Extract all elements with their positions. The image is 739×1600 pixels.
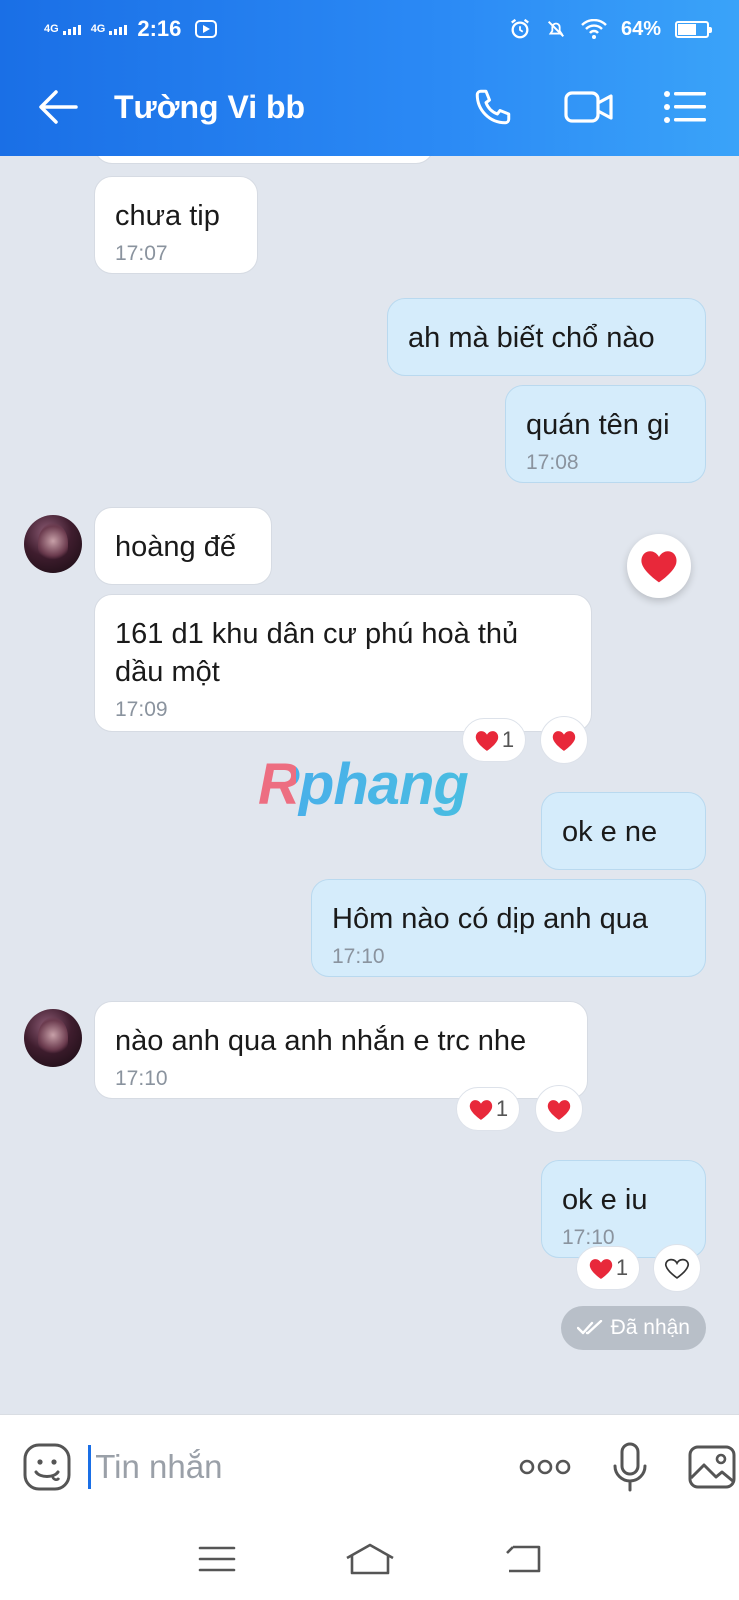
signal-icon: 4G xyxy=(44,23,81,35)
image-icon xyxy=(688,1445,736,1488)
message-text: ok e iu xyxy=(562,1184,648,1216)
microphone-icon xyxy=(613,1442,647,1491)
recent-apps-button[interactable] xyxy=(185,1534,249,1584)
reaction-count-pill[interactable]: 1 xyxy=(456,1087,520,1131)
message-bubble-partial xyxy=(94,156,434,164)
reaction-count: 1 xyxy=(615,1255,629,1280)
reaction-count-pill[interactable]: 1 xyxy=(462,718,526,762)
message-text: ok e ne xyxy=(562,816,658,848)
home-icon xyxy=(345,1543,394,1575)
back-arrow-icon xyxy=(39,90,78,124)
more-options-button[interactable] xyxy=(518,1437,572,1497)
menu-icon xyxy=(664,91,706,123)
chat-area[interactable]: chưa tip 17:07 ah mà biết chổ nào quán t… xyxy=(0,156,739,1414)
message-bubble[interactable]: nào anh qua anh nhắn e trc nhe 17:10 xyxy=(94,1001,588,1099)
delivery-status-label: Đã nhận xyxy=(610,1316,690,1339)
voice-button[interactable] xyxy=(603,1437,657,1497)
reaction-count: 1 xyxy=(501,727,515,752)
reaction-count: 1 xyxy=(495,1096,509,1121)
mute-icon xyxy=(547,20,565,38)
menu-lines-icon xyxy=(198,1546,235,1572)
contact-avatar[interactable] xyxy=(24,1009,82,1067)
react-button[interactable] xyxy=(653,1244,701,1292)
heart-outline-icon xyxy=(664,1258,690,1279)
reaction-count-pill[interactable]: 1 xyxy=(576,1246,640,1290)
status-bar: 4G 4G 2:16 64% xyxy=(0,0,739,58)
watermark: Rphang xyxy=(258,752,469,817)
message-text: nào anh qua anh nhắn e trc nhe xyxy=(115,1025,527,1057)
delivery-status: Đã nhận xyxy=(560,1306,706,1350)
contact-name[interactable]: Tường Vi bb xyxy=(114,89,305,126)
message-text: quán tên gi xyxy=(526,409,670,441)
heart-icon xyxy=(552,730,576,751)
message-bubble[interactable]: Hôm nào có dịp anh qua 17:10 xyxy=(311,879,706,977)
message-text: ah mà biết chổ nào xyxy=(408,322,655,354)
message-text: chưa tip xyxy=(115,200,220,232)
clock: 2:16 xyxy=(137,16,182,41)
sticker-button[interactable] xyxy=(20,1437,74,1497)
call-button[interactable] xyxy=(465,79,521,135)
message-time: 17:07 xyxy=(115,242,168,265)
heart-icon xyxy=(589,1258,613,1279)
message-bubble[interactable]: ok e ne xyxy=(541,792,706,870)
back-nav-button[interactable] xyxy=(491,1534,555,1584)
message-composer xyxy=(0,1414,739,1518)
message-time: 17:10 xyxy=(332,945,385,968)
message-text: 161 d1 khu dân cư phú hoà thủ dầu một xyxy=(115,618,519,688)
battery-icon xyxy=(675,20,712,38)
contact-avatar[interactable] xyxy=(24,515,82,573)
message-bubble[interactable]: ok e iu 17:10 xyxy=(541,1160,706,1258)
signal-icon: 4G xyxy=(91,23,128,35)
message-bubble[interactable]: 161 d1 khu dân cư phú hoà thủ dầu một 17… xyxy=(94,594,592,732)
double-check-icon xyxy=(576,1320,602,1335)
react-button[interactable] xyxy=(535,1085,583,1133)
back-nav-icon xyxy=(505,1545,540,1573)
heart-icon xyxy=(475,730,499,751)
battery-percent: 64% xyxy=(620,17,661,40)
heart-icon xyxy=(641,551,677,583)
phone-icon xyxy=(475,89,511,125)
wifi-icon xyxy=(581,19,607,39)
message-time: 17:08 xyxy=(526,451,579,474)
message-text: Hôm nào có dịp anh qua xyxy=(332,903,648,935)
video-call-button[interactable] xyxy=(561,79,617,135)
message-text: hoàng đế xyxy=(115,531,236,563)
message-input[interactable] xyxy=(88,1444,389,1489)
heart-icon xyxy=(547,1099,571,1120)
more-dots-icon xyxy=(520,1459,571,1474)
heart-icon xyxy=(469,1099,493,1120)
back-button[interactable] xyxy=(28,77,88,137)
chat-header: Tường Vi bb xyxy=(0,58,739,156)
video-icon xyxy=(564,91,613,123)
home-button[interactable] xyxy=(338,1534,402,1584)
react-button[interactable] xyxy=(540,716,588,764)
heart-reaction-button[interactable] xyxy=(627,534,691,598)
sticker-icon xyxy=(23,1443,71,1490)
options-button[interactable] xyxy=(657,79,713,135)
alarm-icon xyxy=(511,18,529,39)
message-bubble[interactable]: quán tên gi 17:08 xyxy=(505,385,706,483)
system-nav-bar xyxy=(0,1518,739,1600)
message-bubble[interactable]: ah mà biết chổ nào xyxy=(387,298,706,376)
image-button[interactable] xyxy=(685,1437,739,1497)
message-bubble[interactable]: hoàng đế xyxy=(94,507,272,585)
message-bubble[interactable]: chưa tip 17:07 xyxy=(94,176,258,274)
video-notification-icon xyxy=(195,20,218,38)
